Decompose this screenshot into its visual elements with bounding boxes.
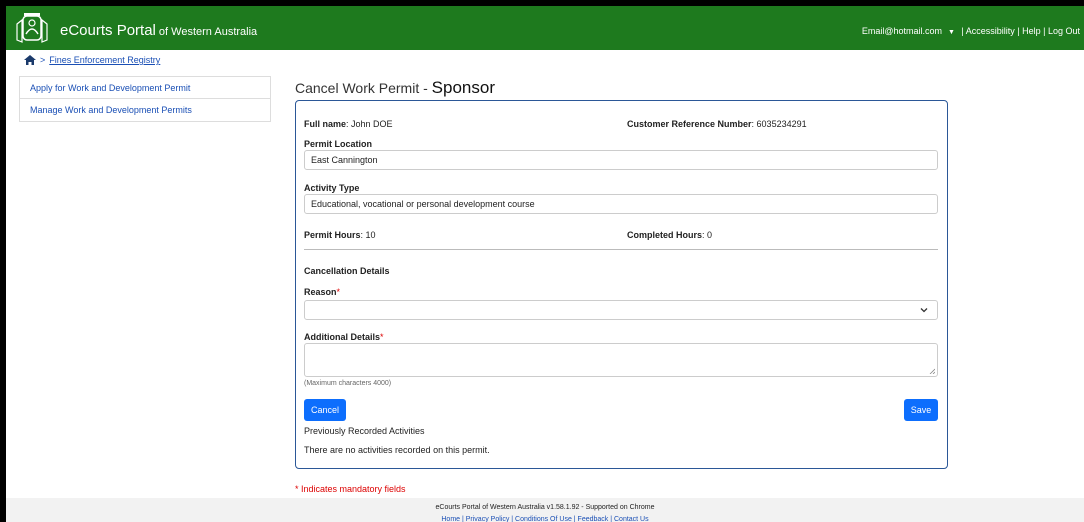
top-nav: Email@hotmail.com ▼ | Accessibility | Hel… — [862, 26, 1080, 36]
page-title: Cancel Work Permit - Sponsor — [295, 78, 495, 98]
completed-hours-label: Completed Hours — [627, 230, 703, 240]
reason-select[interactable] — [304, 300, 938, 320]
chevron-down-icon — [920, 308, 928, 313]
activity-type-label: Activity Type — [304, 183, 360, 193]
save-button[interactable]: Save — [904, 399, 938, 421]
crn-value: : 6035234291 — [751, 119, 807, 129]
help-link[interactable]: Help — [1022, 26, 1041, 36]
activity-type-field[interactable]: Educational, vocational or personal deve… — [304, 194, 938, 214]
full-name-value: : John DOE — [346, 119, 393, 129]
nav-separator: | — [958, 26, 966, 36]
additional-label-row: Additional Details* — [304, 332, 384, 342]
previous-activities-heading: Previously Recorded Activities — [304, 426, 425, 436]
full-name-label: Full name — [304, 119, 347, 129]
page-title-main: Cancel Work Permit - — [295, 80, 432, 96]
nav-separator: | — [1014, 26, 1023, 36]
caret-down-icon[interactable]: ▼ — [948, 29, 955, 36]
reason-label: Reason — [304, 287, 337, 297]
user-email-menu[interactable]: Email@hotmail.com — [862, 26, 942, 36]
breadcrumb-separator: > — [40, 55, 46, 65]
permit-hours-row: Permit Hours: 10 — [304, 230, 376, 240]
footer-version: eCourts Portal of Western Australia v1.5… — [435, 504, 655, 511]
reason-label-row: Reason* — [304, 287, 340, 297]
required-asterisk: * — [336, 287, 341, 297]
accessibility-link[interactable]: Accessibility — [966, 26, 1015, 36]
page-title-role: Sponsor — [431, 78, 495, 97]
sidebar-item-manage-permits[interactable]: Manage Work and Development Permits — [20, 99, 270, 121]
resize-handle-icon[interactable] — [929, 368, 935, 374]
brand-sub: of Western Australia — [155, 26, 258, 38]
top-header: eCourts Portal of Western Australia Emai… — [6, 6, 1084, 50]
required-asterisk: * — [380, 332, 384, 342]
breadcrumb: > Fines Enforcement Registry — [24, 55, 160, 65]
wa-crest-icon — [16, 13, 48, 43]
permit-location-label: Permit Location — [304, 139, 373, 149]
mandatory-fields-note: * Indicates mandatory fields — [295, 484, 406, 494]
crn-label: Customer Reference Number — [627, 119, 752, 129]
full-name-row: Full name: John DOE — [304, 119, 393, 129]
no-activities-text: There are no activities recorded on this… — [304, 445, 490, 455]
brand-title[interactable]: eCourts Portal of Western Australia — [60, 22, 257, 39]
permit-hours-label: Permit Hours — [304, 230, 361, 240]
cancel-button[interactable]: Cancel — [304, 399, 346, 421]
home-icon[interactable] — [24, 55, 36, 65]
completed-hours-row: Completed Hours: 0 — [627, 230, 712, 240]
footer-links[interactable]: Home | Privacy Policy | Conditions Of Us… — [6, 511, 1084, 522]
page-footer: eCourts Portal of Western Australia v1.5… — [6, 498, 1084, 522]
cancellation-details-heading: Cancellation Details — [304, 266, 390, 276]
brand-main: eCourts Portal — [60, 22, 156, 39]
completed-hours-value: : 0 — [702, 230, 713, 240]
permit-hours-value: : 10 — [360, 230, 376, 240]
logout-link[interactable]: Log Out — [1048, 26, 1080, 36]
sidebar-item-apply-permit[interactable]: Apply for Work and Development Permit — [20, 77, 270, 99]
additional-details-textarea[interactable] — [304, 343, 938, 377]
breadcrumb-fines-link[interactable]: Fines Enforcement Registry — [49, 55, 160, 65]
section-divider — [304, 249, 938, 250]
max-chars-hint: (Maximum characters 4000) — [304, 380, 392, 387]
additional-details-label: Additional Details — [304, 332, 381, 342]
nav-separator: | — [1040, 26, 1048, 36]
permit-location-field[interactable]: East Cannington — [304, 150, 938, 170]
sidebar-menu: Apply for Work and Development Permit Ma… — [19, 76, 271, 122]
cancel-permit-panel: Full name: John DOE Customer Reference N… — [295, 100, 948, 469]
crn-row: Customer Reference Number: 6035234291 — [627, 119, 807, 129]
